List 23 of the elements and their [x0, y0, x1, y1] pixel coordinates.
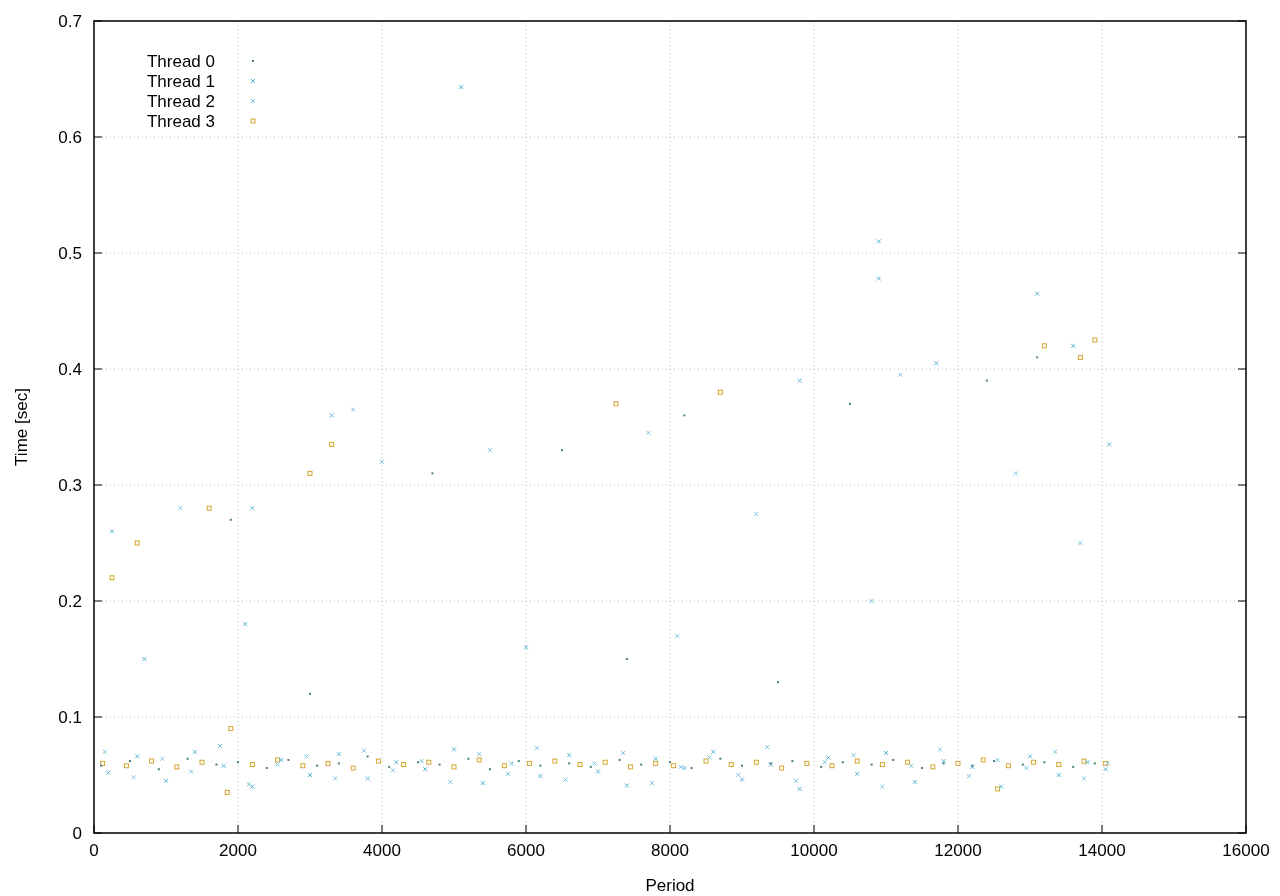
tick-label: 0.4: [58, 360, 82, 379]
tick-label: 12000: [934, 841, 982, 860]
tick-label: 0.6: [58, 128, 82, 147]
y-axis-title: Time [sec]: [12, 388, 31, 466]
tick-label: 0: [72, 824, 82, 843]
x-axis-title: Period: [645, 876, 695, 895]
tick-label: 8000: [651, 841, 689, 860]
legend-label: Thread 1: [146, 72, 215, 91]
tick-label: 0.3: [58, 476, 82, 495]
legend-label: Thread 2: [146, 92, 215, 111]
legend-label: Thread 3: [146, 112, 215, 131]
tick-label: 4000: [363, 841, 401, 860]
tick-label: 10000: [790, 841, 838, 860]
tick-label: 2000: [219, 841, 257, 860]
tick-label: 0.1: [58, 708, 82, 727]
tick-label: 0: [89, 841, 99, 860]
tick-label: 16000: [1222, 841, 1270, 860]
tick-label: 14000: [1078, 841, 1126, 860]
legend-label: Thread 0: [146, 52, 215, 71]
tick-label: 6000: [507, 841, 545, 860]
tick-label: 0.5: [58, 244, 82, 263]
tick-label: 0.2: [58, 592, 82, 611]
tick-label: 0.7: [58, 12, 82, 31]
